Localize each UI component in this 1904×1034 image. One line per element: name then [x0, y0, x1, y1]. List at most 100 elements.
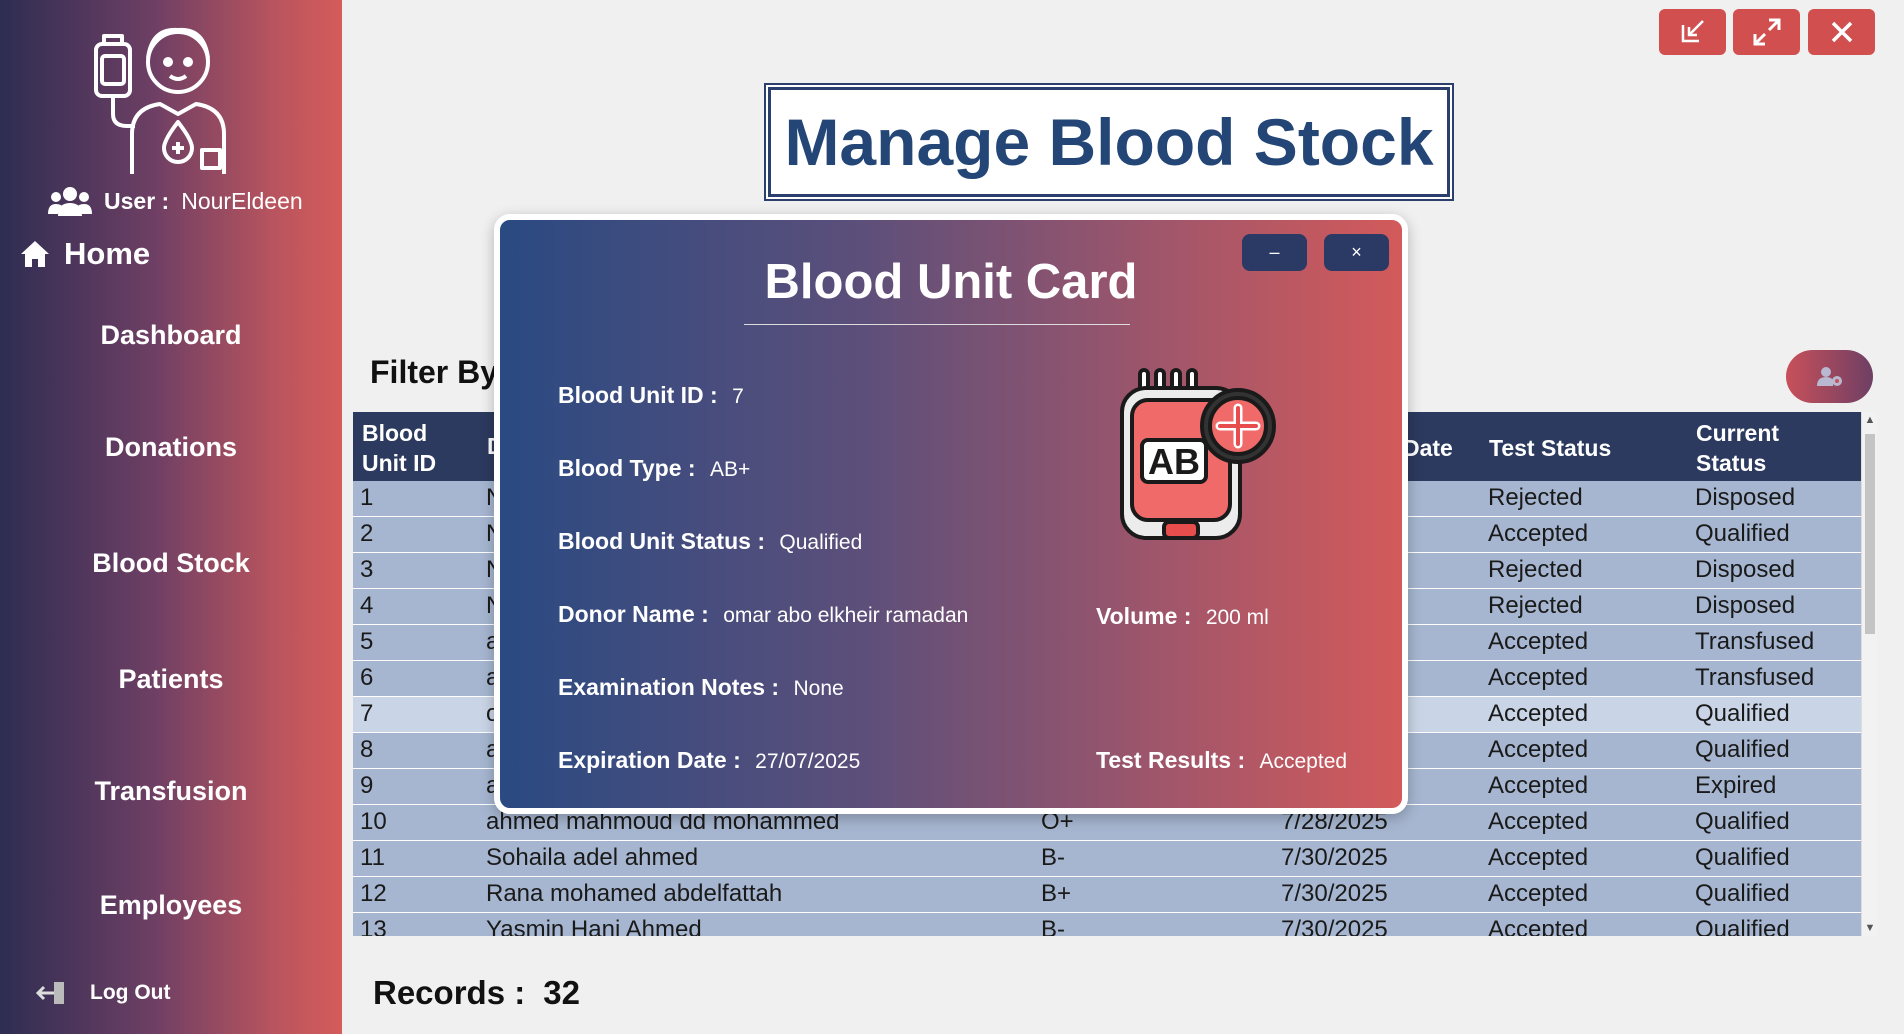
unit-status-label: Blood Unit Status :: [558, 528, 765, 554]
nav-blood-stock[interactable]: Blood Stock: [0, 548, 342, 579]
close-button[interactable]: [1808, 9, 1875, 55]
restore-button[interactable]: [1659, 9, 1726, 55]
logout-icon: [36, 982, 64, 1004]
user-info: User : NourEldeen: [48, 186, 303, 216]
table-row[interactable]: 11 Sohaila adel ahmed B- 7/30/2025 Accepted Q…: [353, 841, 1861, 877]
nav-transfusion[interactable]: Transfusion: [0, 776, 342, 807]
test-results-label: Test Results :: [1096, 747, 1246, 773]
cell-test-status: Accepted: [1488, 916, 1589, 936]
card-close-button[interactable]: ×: [1324, 234, 1389, 271]
exam-notes-value: None: [793, 677, 844, 700]
records-value: 32: [543, 974, 580, 1011]
home-link[interactable]: Home: [20, 236, 150, 272]
blood-bag-icon: AB: [1120, 368, 1276, 540]
cell-current-status: Qualified: [1695, 808, 1790, 835]
records-count: Records : 32: [373, 974, 580, 1012]
cell-unit-id: 10: [360, 808, 387, 835]
cell-current-status: Transfused: [1695, 664, 1815, 691]
expiration-field: Expiration Date : 27/07/2025: [558, 747, 860, 774]
home-icon: [21, 241, 49, 267]
cell-test-status: Accepted: [1488, 880, 1589, 907]
blood-type-value: AB+: [709, 458, 751, 481]
cell-current-status: Qualified: [1695, 700, 1790, 727]
cell-unit-id: 7: [360, 700, 374, 727]
cell-unit-id: 5: [360, 628, 374, 655]
col-blood-unit-id[interactable]: Blood Unit ID: [362, 418, 436, 478]
page-title-box: Manage Blood Stock: [768, 87, 1450, 197]
cell-current-status: Qualified: [1695, 520, 1790, 547]
volume-label: Volume :: [1096, 603, 1192, 629]
cell-test-status: Accepted: [1488, 628, 1589, 655]
scroll-thumb[interactable]: [1865, 434, 1875, 634]
volume-value: 200 ml: [1205, 606, 1269, 629]
cell-current-status: Transfused: [1695, 628, 1815, 655]
cell-test-status: Rejected: [1488, 484, 1583, 511]
cell-blood-type: B-: [1041, 844, 1065, 871]
scroll-down-icon[interactable]: ▼: [1862, 922, 1878, 934]
cell-date: 7/30/2025: [1281, 916, 1388, 936]
cell-current-status: Qualified: [1695, 880, 1790, 907]
col-date[interactable]: Date: [1403, 433, 1453, 463]
exam-notes-field: Examination Notes : None: [558, 674, 844, 701]
cell-current-status: Disposed: [1695, 592, 1796, 619]
page-title: Manage Blood Stock: [784, 105, 1434, 179]
add-user-button[interactable]: [1786, 350, 1873, 403]
records-label: Records :: [373, 974, 526, 1011]
cell-unit-id: 1: [360, 484, 374, 511]
cell-unit-id: 2: [360, 520, 374, 547]
cell-current-status: Disposed: [1695, 484, 1796, 511]
cell-blood-type: B+: [1041, 880, 1072, 907]
table-row[interactable]: 12 Rana mohamed abdelfattah B+ 7/30/2025 Acc…: [353, 877, 1861, 913]
users-cog-icon: [1816, 366, 1842, 386]
donor-name-field: Donor Name : omar abo elkheir ramadan: [558, 601, 968, 628]
scroll-up-icon[interactable]: ▲: [1862, 414, 1878, 426]
cell-donor-name: Sohaila adel ahmed: [486, 844, 699, 871]
cell-test-status: Accepted: [1488, 772, 1589, 799]
card-minimize-button[interactable]: –: [1242, 234, 1307, 271]
nav-dashboard[interactable]: Dashboard: [0, 320, 342, 351]
cell-test-status: Accepted: [1488, 520, 1589, 547]
table-scrollbar[interactable]: ▲ ▼: [1861, 412, 1877, 936]
unit-id-label: Blood Unit ID :: [558, 382, 718, 408]
unit-status-value: Qualified: [779, 531, 863, 554]
maximize-button[interactable]: [1733, 9, 1800, 55]
cell-date: 7/30/2025: [1281, 844, 1388, 871]
nav-patients[interactable]: Patients: [0, 664, 342, 695]
cell-unit-id: 12: [360, 880, 387, 907]
nav-donations[interactable]: Donations: [0, 432, 342, 463]
cell-test-status: Accepted: [1488, 844, 1589, 871]
volume-field: Volume : 200 ml: [1096, 603, 1269, 630]
cell-test-status: Rejected: [1488, 556, 1583, 583]
cell-unit-id: 13: [360, 916, 387, 936]
cell-unit-id: 9: [360, 772, 374, 799]
donor-name-label: Donor Name :: [558, 601, 709, 627]
table-row[interactable]: 13 Yasmin Hani Ahmed B- 7/30/2025 Accepted Qu…: [353, 913, 1861, 936]
close-icon: [1831, 21, 1852, 43]
users-icon: [48, 187, 92, 216]
blood-type-field: Blood Type : AB+: [558, 455, 750, 482]
cell-donor-name: Yasmin Hani Ahmed: [486, 916, 702, 936]
blood-donor-logo: [94, 27, 226, 174]
cell-current-status: Qualified: [1695, 736, 1790, 763]
logout-button[interactable]: Log Out: [36, 980, 170, 1006]
cell-unit-id: 11: [360, 844, 385, 871]
cell-test-status: Accepted: [1488, 808, 1589, 835]
unit-id-value: 7: [732, 385, 744, 408]
expiration-label: Expiration Date :: [558, 747, 741, 773]
expand-icon: [1753, 18, 1780, 46]
nav-employees[interactable]: Employees: [0, 890, 342, 921]
blood-unit-card: Blood Unit Card – × Blood Unit ID : 7 Bl…: [494, 214, 1408, 814]
col-current-status[interactable]: Current Status: [1696, 418, 1779, 478]
col-test-status[interactable]: Test Status: [1489, 433, 1611, 463]
minimize-to-corner-icon: [1681, 20, 1704, 43]
cell-donor-name: Rana mohamed abdelfattah: [486, 880, 783, 907]
cell-test-status: Rejected: [1488, 592, 1583, 619]
user-name: NourEldeen: [181, 187, 303, 214]
test-results-field: Test Results : Accepted: [1096, 747, 1347, 774]
blood-type-label: Blood Type :: [558, 455, 696, 481]
exam-notes-label: Examination Notes :: [558, 674, 780, 700]
unit-id-field: Blood Unit ID : 7: [558, 382, 744, 409]
sidebar: User : NourEldeen Home Dashboard Donatio…: [0, 0, 342, 1034]
cell-current-status: Expired: [1695, 772, 1777, 799]
unit-status-field: Blood Unit Status : Qualified: [558, 528, 862, 555]
